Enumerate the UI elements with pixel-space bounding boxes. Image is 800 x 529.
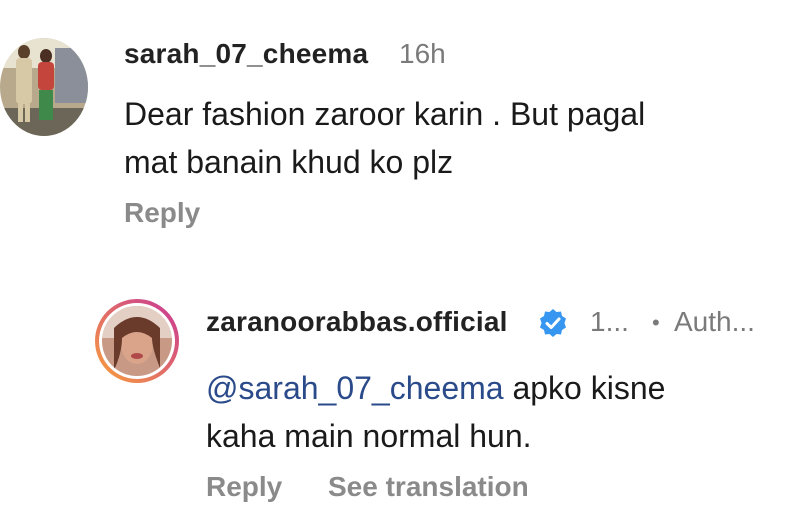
verified-badge-icon bbox=[540, 309, 566, 337]
comment-text-line-2: mat banain khud ko plz bbox=[124, 144, 454, 180]
avatar[interactable] bbox=[0, 38, 88, 136]
separator-dot: • bbox=[652, 310, 660, 335]
reply-username[interactable]: zaranoorabbas.official bbox=[206, 306, 508, 338]
author-tag: Auth... bbox=[674, 306, 755, 337]
comment-text-line-1: Dear fashion zaroor karin . But pagal bbox=[124, 96, 646, 132]
comment-timestamp: 16h bbox=[399, 38, 446, 69]
reply-text-rest: apko kisne bbox=[503, 370, 666, 406]
reply-text-line-1: @sarah_07_cheema apko kisne bbox=[206, 364, 665, 412]
mention-link[interactable]: @sarah_07_cheema bbox=[206, 370, 504, 406]
avatar-image bbox=[0, 38, 88, 136]
reply-button[interactable]: Reply bbox=[206, 471, 282, 503]
reply-timestamp: 1... bbox=[590, 306, 629, 337]
comment-username[interactable]: sarah_07_cheema bbox=[124, 38, 368, 70]
see-translation-button[interactable]: See translation bbox=[328, 471, 529, 503]
avatar-story-ring bbox=[95, 299, 179, 383]
avatar[interactable] bbox=[94, 298, 180, 384]
reply-text-line-2: kaha main normal hun. bbox=[206, 418, 532, 454]
reply-button[interactable]: Reply bbox=[124, 197, 200, 229]
